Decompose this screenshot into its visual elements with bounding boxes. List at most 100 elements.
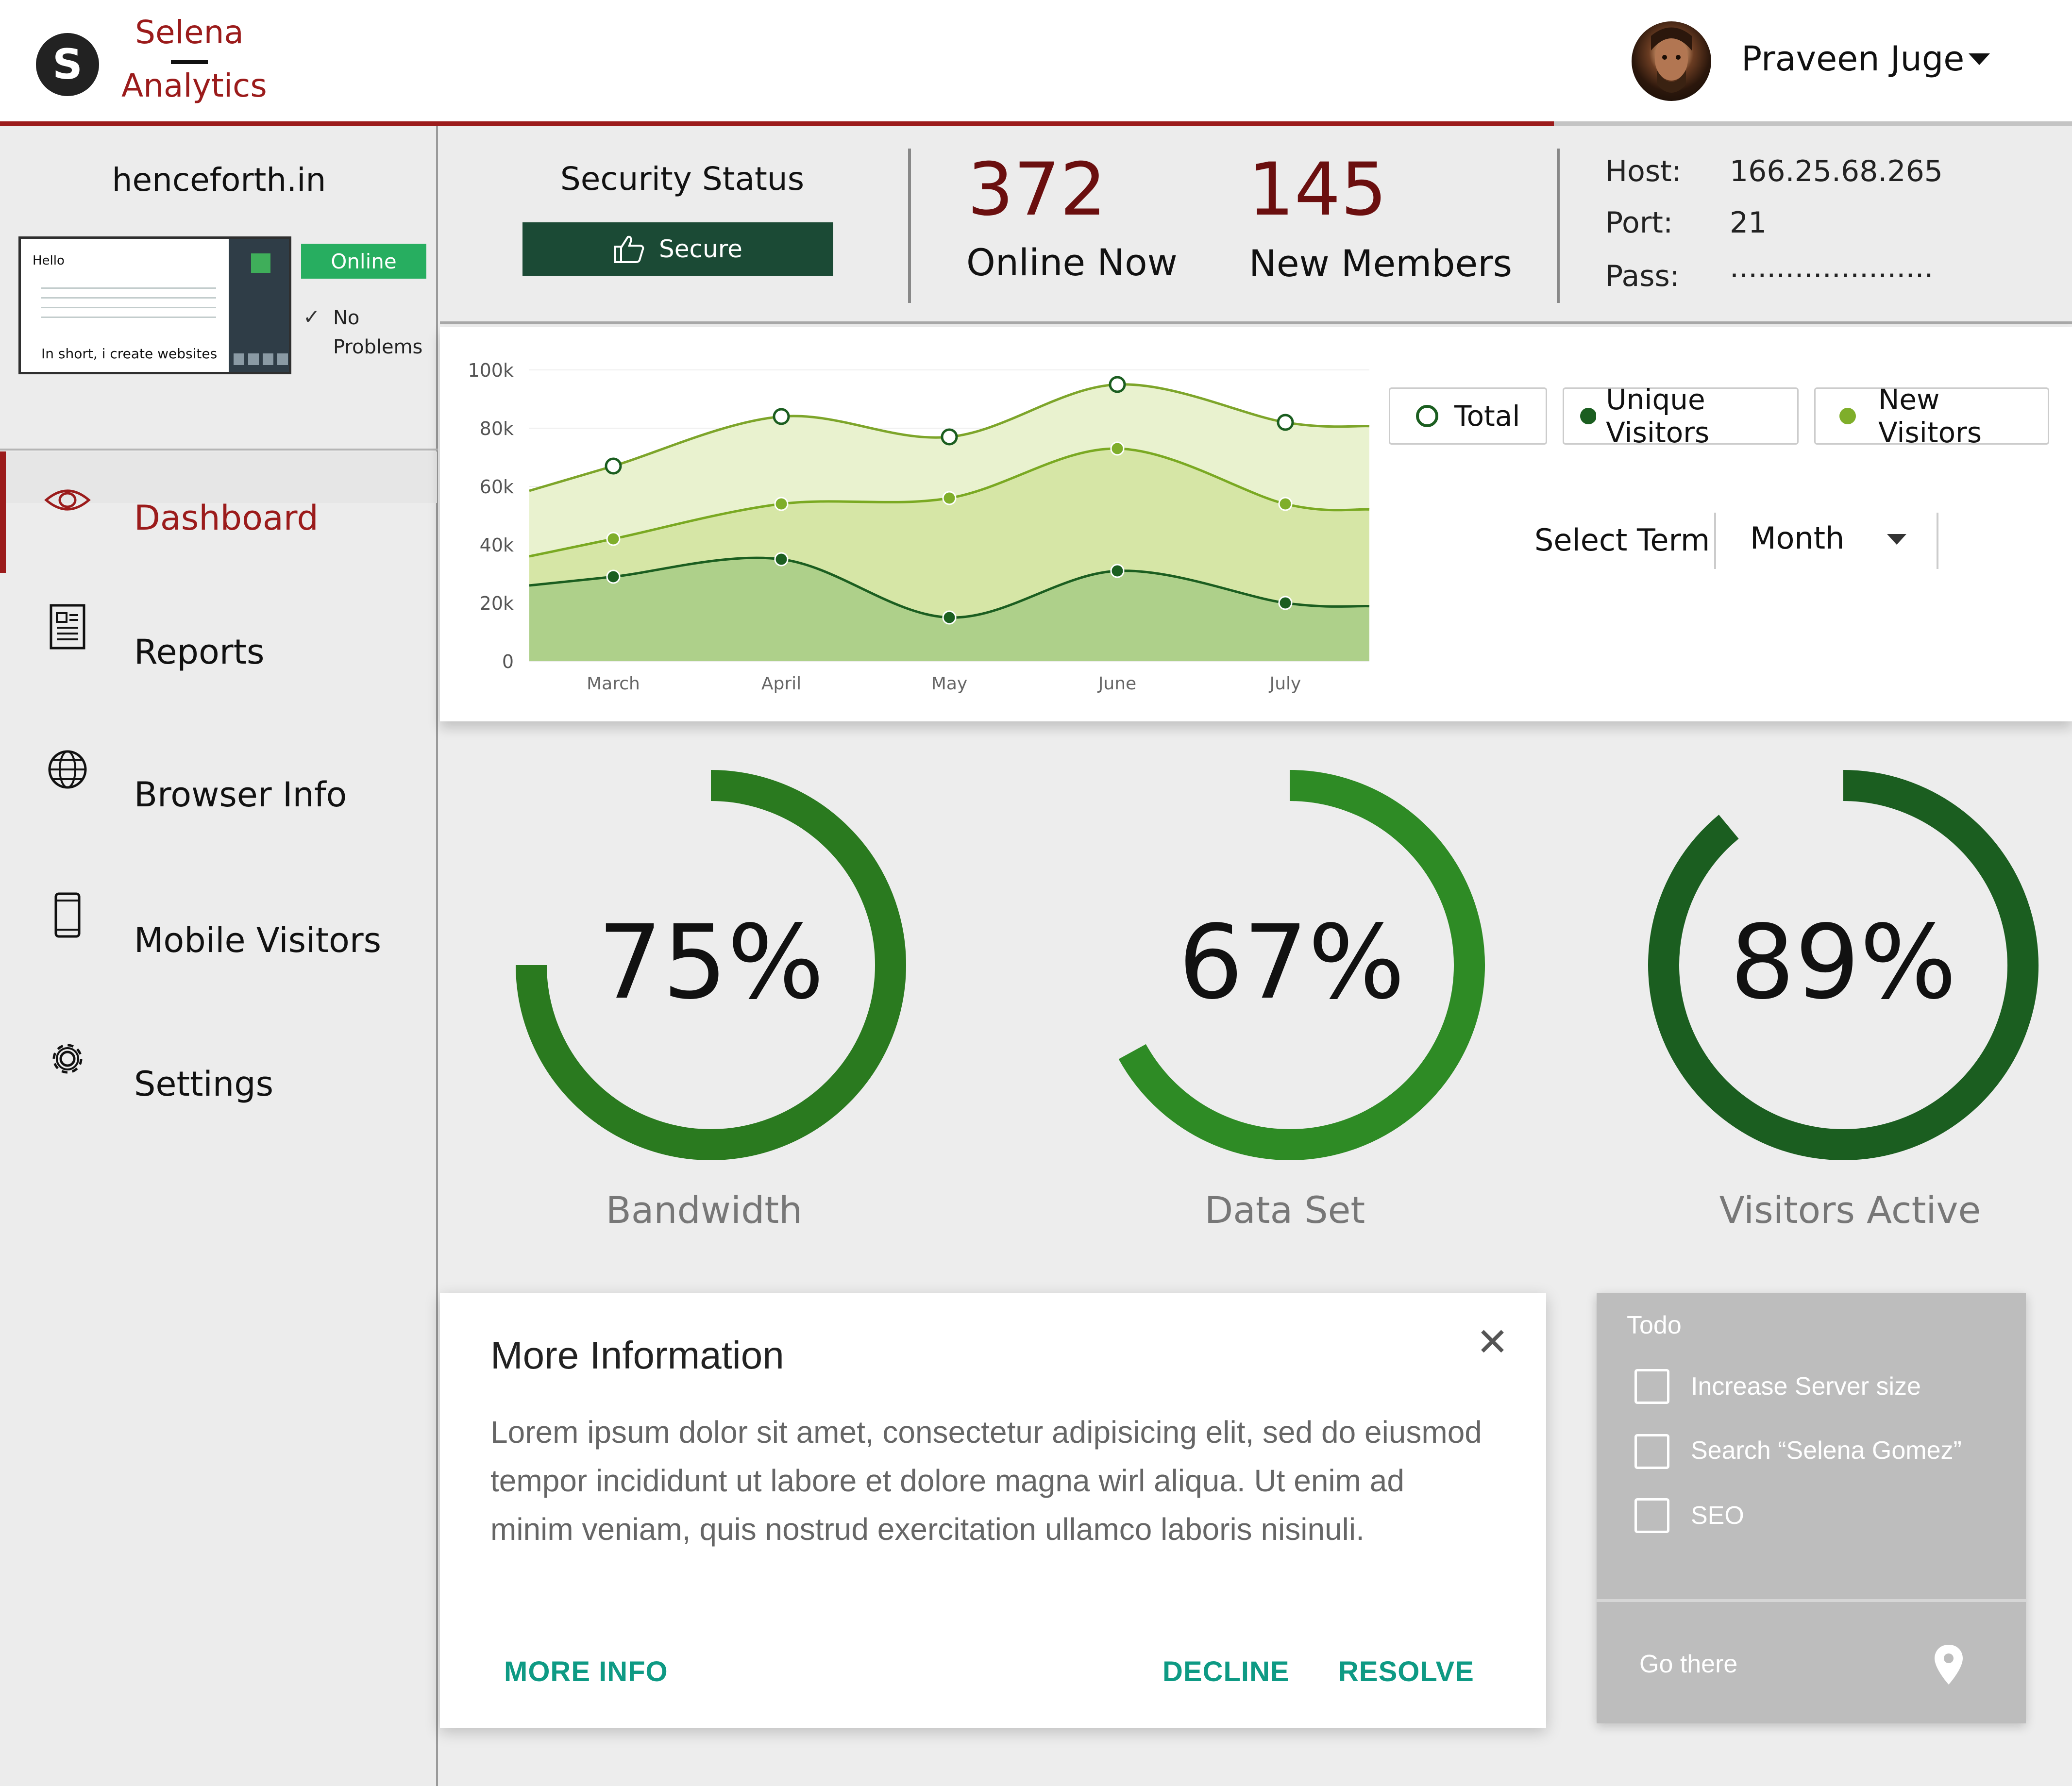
data-point [1278,596,1293,610]
gear-icon [41,1032,94,1085]
site-thumbnail[interactable]: Hello In short, i create websites [18,236,291,374]
brand-name-line1: Selena [135,14,244,51]
header-progress-line [0,121,1554,126]
new-members-label: New Members [1249,242,1513,285]
secure-button-label: Secure [659,235,742,263]
data-point [605,457,622,475]
y-tick-label: 20k [480,593,514,614]
legend-new-visitors[interactable]: New Visitors [1814,383,2049,449]
bandwidth-label: Bandwidth [606,1188,803,1232]
y-tick-label: 80k [480,418,514,439]
data-point [1110,564,1125,578]
data-point [942,491,957,505]
user-name[interactable]: Praveen Juge [1741,39,1964,79]
thumbnail-hello: Hello [33,253,65,268]
close-icon[interactable]: ✕ [1476,1319,1509,1365]
y-tick-label: 40k [480,534,514,556]
legend-label: Unique Visitors [1606,383,1710,449]
document-icon [41,600,94,653]
x-tick-label: June [1097,674,1136,694]
thumbnail-social-icons [234,353,289,365]
x-tick-label: April [761,674,801,694]
todo-item-label: Search “Selena Gomez” [1691,1436,1962,1465]
x-tick-label: May [931,674,967,694]
todo-item-label: SEO [1691,1502,1744,1530]
data-set-percent: 67% [1178,903,1405,1022]
online-status-badge: Online [301,244,426,279]
site-name: henceforth.in [112,161,326,199]
problems-status-line1: No [333,307,360,329]
todo-checkbox[interactable] [1634,1498,1669,1533]
term-select[interactable]: Month [1750,520,1844,556]
y-tick-label: 0 [502,651,514,672]
term-divider-left [1714,513,1716,569]
header-progress-track [1554,121,2072,126]
todo-checkbox[interactable] [1634,1369,1669,1404]
online-now-value: 372 [967,148,1107,232]
stats-divider-right [1557,149,1560,303]
legend-label: Total [1454,400,1520,433]
host-label: Host: [1605,154,1682,188]
decline-button[interactable]: DECLINE [1162,1655,1290,1688]
data-point [773,408,790,425]
sidebar-item-dashboard[interactable]: Dashboard [0,466,437,578]
data-point [1110,441,1125,456]
pass-value: ...................... [1730,250,1934,284]
port-label: Port: [1605,206,1673,240]
sidebar-item-reports[interactable]: Reports [0,600,437,712]
select-term-label: Select Term [1534,522,1710,558]
sidebar-item-label: Settings [134,1064,274,1104]
todo-title: Todo [1627,1311,1682,1339]
y-tick-label: 100k [468,360,514,381]
sidebar-item-settings[interactable]: Settings [0,1032,437,1144]
data-point [606,569,621,584]
todo-checkbox[interactable] [1634,1434,1669,1469]
visitors-area-chart: 0 20k 40k 60k 80k 100k March April May June July [468,360,1370,694]
data-point [1278,497,1293,511]
sidebar-item-label: Reports [134,632,265,672]
more-info-button[interactable]: MORE INFO [504,1655,668,1688]
sidebar-item-mobile-visitors[interactable]: Mobile Visitors [0,888,437,1000]
data-point [774,552,789,567]
problems-status-line2: Problems [333,336,423,358]
legend-unique-marker-icon [1580,408,1597,424]
legend-total[interactable]: Total [1389,387,1547,445]
x-tick-label: March [587,674,640,694]
globe-icon [41,743,94,796]
avatar-portrait-icon [1651,27,1692,93]
legend-total-marker-icon [1416,405,1438,427]
data-point [1277,414,1294,431]
user-avatar[interactable] [1632,21,1711,101]
secure-button[interactable]: Secure [522,222,833,276]
legend-unique-visitors[interactable]: Unique Visitors [1563,383,1799,449]
visitors-active-percent: 89% [1730,903,1957,1022]
data-set-label: Data Set [1204,1188,1365,1232]
port-value: 21 [1730,206,1767,240]
resolve-button[interactable]: RESOLVE [1338,1655,1474,1688]
term-chevron-down-icon[interactable] [1887,534,1906,545]
mobile-icon [41,888,94,942]
sidebar-item-label: Browser Info [134,775,347,815]
dialog-body: Lorem ipsum dolor sit amet, consectetur … [490,1415,1482,1547]
thumbnail-cube-icon [251,253,270,273]
dialog-title: More Information [490,1334,784,1377]
todo-divider [1597,1599,2026,1602]
brand-logo[interactable]: S [36,33,99,96]
thumbnail-caption: In short, i create websites [41,346,218,362]
legend-new-marker-icon [1839,408,1856,424]
map-pin-icon[interactable] [1933,1643,1965,1688]
sidebar-item-label: Dashboard [134,498,319,538]
new-members-value: 145 [1248,148,1387,232]
bandwidth-percent: 75% [597,903,825,1022]
sidebar-item-browser-info[interactable]: Browser Info [0,743,437,854]
data-point [942,610,957,625]
brand-name-line2: Analytics [121,67,267,104]
eye-icon [41,473,94,527]
user-menu-chevron-down-icon[interactable] [1969,53,1990,65]
data-point [941,428,958,446]
sidebar-item-label: Mobile Visitors [134,920,382,960]
host-value: 166.25.68.265 [1730,154,1943,188]
term-divider-right [1937,513,1938,569]
online-now-label: Online Now [966,241,1178,284]
go-there-link[interactable]: Go there [1639,1650,1737,1679]
